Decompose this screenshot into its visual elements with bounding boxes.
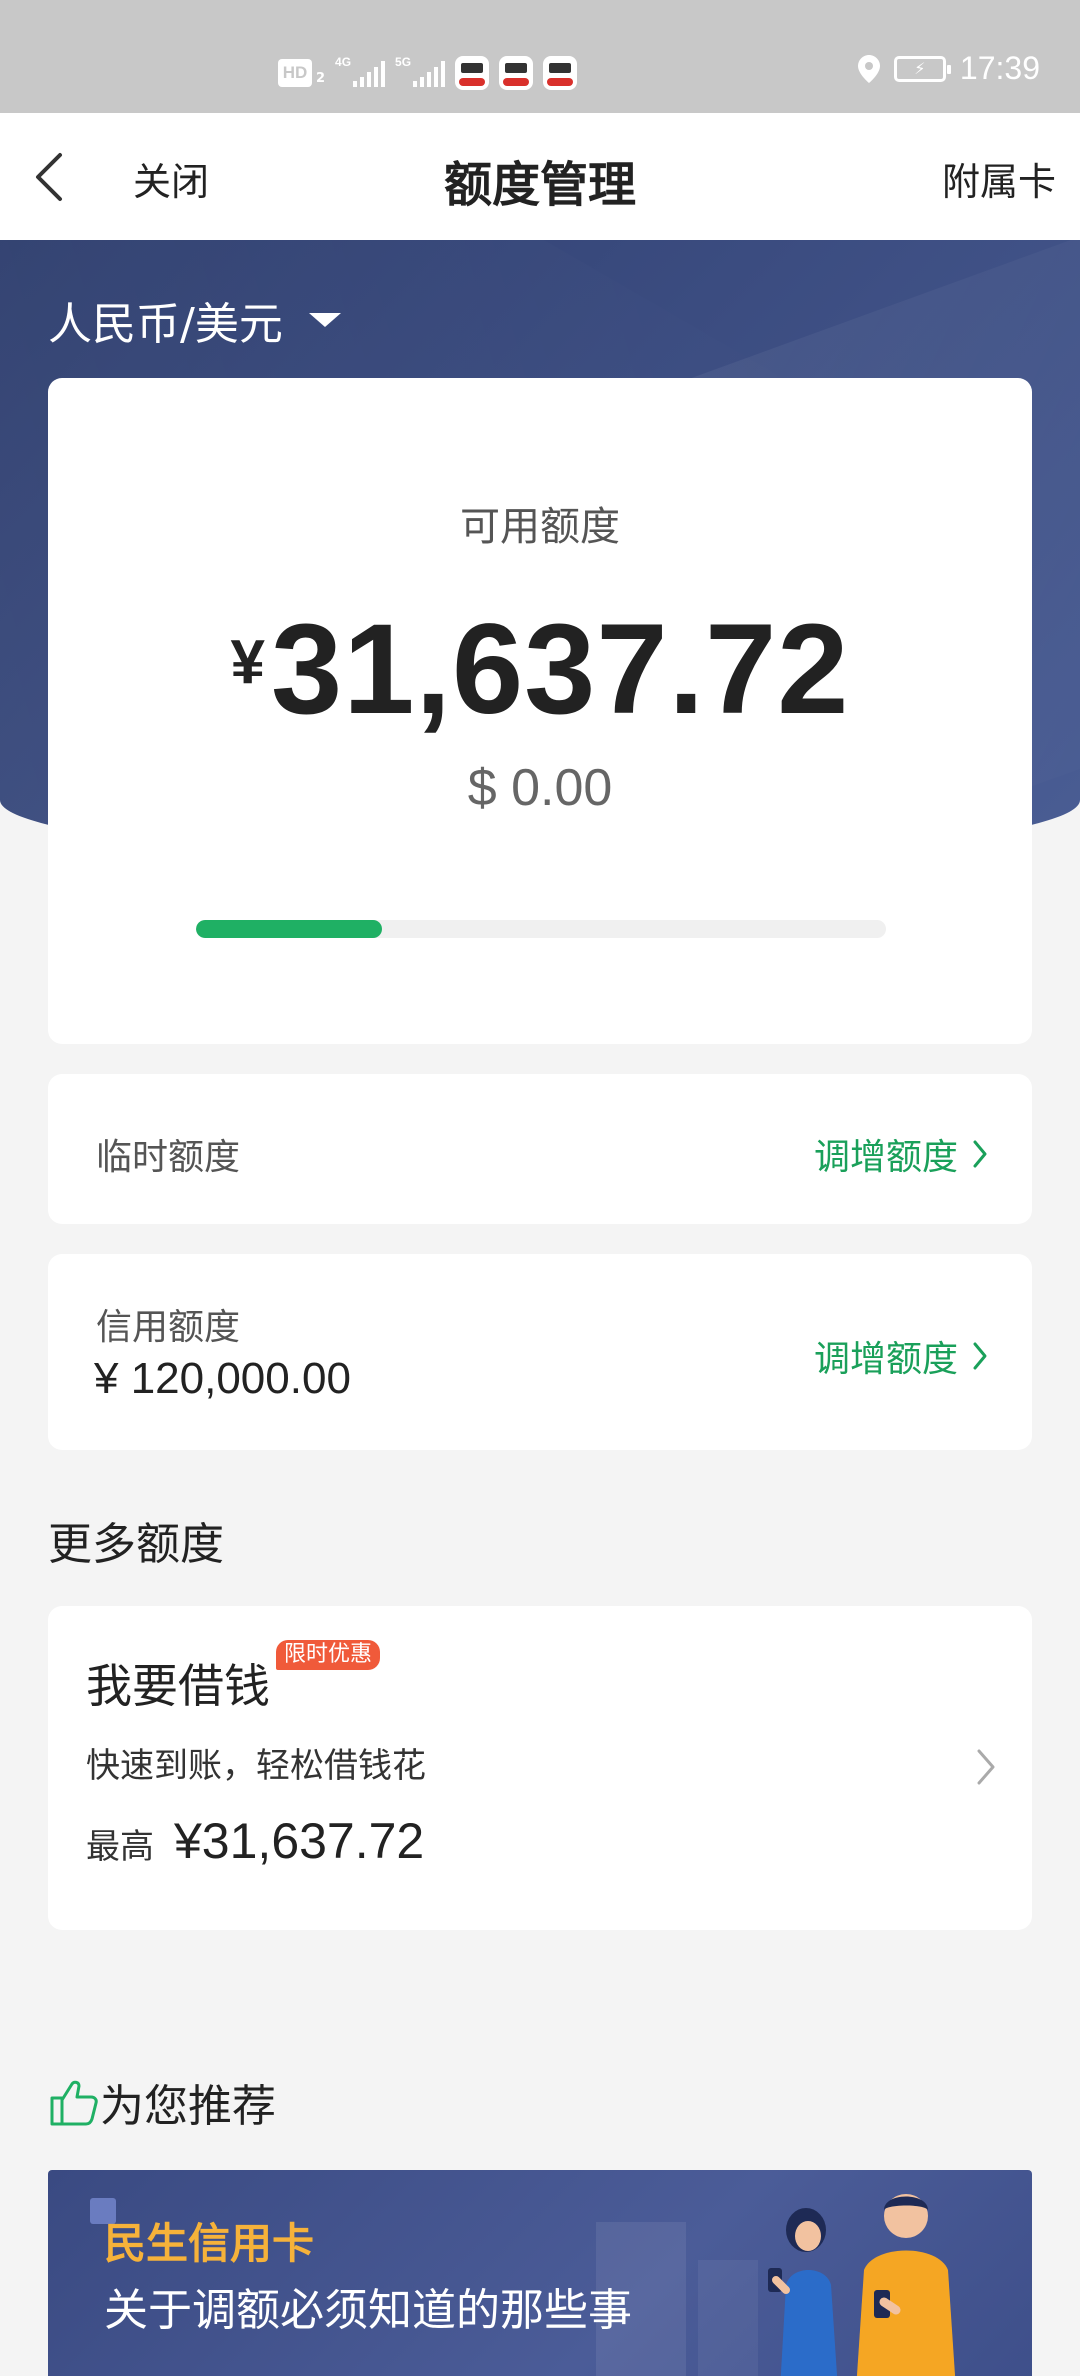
temporary-limit-row: 临时额度 调增额度 (48, 1074, 1032, 1224)
available-limit-label: 可用额度 (460, 504, 620, 550)
status-bar: HD 2 4G 5G ⚡ 17:39 (0, 0, 1080, 113)
signal-4g-icon: 4G (335, 55, 386, 87)
borrow-max-amount: 最高 ¥31,637.72 (86, 1812, 424, 1870)
credit-increase-button[interactable]: 调增额度 (814, 1330, 988, 1382)
promo-badge: 限时优惠 (276, 1640, 381, 1670)
recommend-heading: 为您推荐 (48, 2070, 276, 2134)
available-cny-amount: ¥31,637.72 (48, 596, 1032, 743)
sub-card-button[interactable]: 附属卡 (942, 151, 1056, 206)
recommend-title: 为您推荐 (100, 2081, 276, 2132)
chevron-right-icon (973, 1140, 987, 1168)
available-limit-card: 可用额度 ¥31,637.72 $ 0.00 (48, 378, 1032, 1044)
thumbs-up-icon (50, 2080, 98, 2126)
borrow-title: 我要借钱 (86, 1659, 270, 1713)
more-limits-heading: 更多额度 (48, 1519, 224, 1570)
usage-progress-bar (196, 920, 886, 938)
max-amount-value: ¥31,637.72 (174, 1813, 425, 1869)
cny-symbol: ¥ (230, 628, 266, 697)
status-icons: HD 2 4G 5G (278, 55, 578, 90)
chevron-right-icon (977, 1749, 995, 1785)
notification-app-icon (543, 56, 578, 90)
battery-charging-icon: ⚡ (893, 55, 951, 82)
network-type-label: 5G (395, 55, 412, 69)
page-title: 额度管理 (443, 157, 636, 213)
network-type-label: 4G (335, 55, 352, 69)
status-time: 17:39 (959, 50, 1040, 86)
hd-icon: HD (278, 59, 312, 87)
status-right: ⚡ 17:39 (857, 50, 1040, 87)
notification-app-icon (499, 56, 534, 90)
signal-5g-icon: 5G (395, 55, 446, 87)
temporary-increase-button[interactable]: 调增额度 (814, 1128, 988, 1180)
available-usd-amount: $ 0.00 (467, 759, 613, 817)
hd-sub-label: 2 (316, 70, 326, 86)
currency-selector[interactable]: 人民币/美元 (48, 288, 341, 352)
credit-limit-row: 信用额度 ¥ 120,000.00 调增额度 (48, 1254, 1032, 1450)
temporary-limit-label: 临时额度 (96, 1137, 241, 1178)
usage-progress-fill (196, 920, 383, 938)
notification-app-icon (455, 56, 490, 90)
recommend-banner[interactable]: 民生信用卡 关于调额必须知道的那些事 (48, 2170, 1032, 2376)
banner-brand: 民生信用卡 (104, 2219, 315, 2268)
location-icon (857, 54, 880, 83)
max-prefix: 最高 (86, 1827, 154, 1867)
banner-headline: 关于调额必须知道的那些事 (104, 2285, 632, 2336)
nav-bar: 关闭 额度管理 附属卡 (0, 113, 1080, 240)
credit-limit-value: ¥ 120,000.00 (94, 1354, 351, 1403)
people-illustration-icon (768, 2194, 956, 2376)
caret-down-icon (308, 313, 341, 327)
chevron-right-icon (973, 1342, 987, 1370)
cny-amount-value: 31,637.72 (271, 598, 850, 741)
increase-label: 调增额度 (813, 1137, 958, 1178)
currency-label: 人民币/美元 (48, 299, 283, 350)
borrow-money-card[interactable]: 我要借钱 限时优惠 快速到账，轻松借钱花 最高 ¥31,637.72 (48, 1606, 1032, 1930)
borrow-description: 快速到账，轻松借钱花 (86, 1746, 426, 1786)
credit-limit-label: 信用额度 (96, 1307, 241, 1348)
increase-label: 调增额度 (813, 1339, 958, 1380)
